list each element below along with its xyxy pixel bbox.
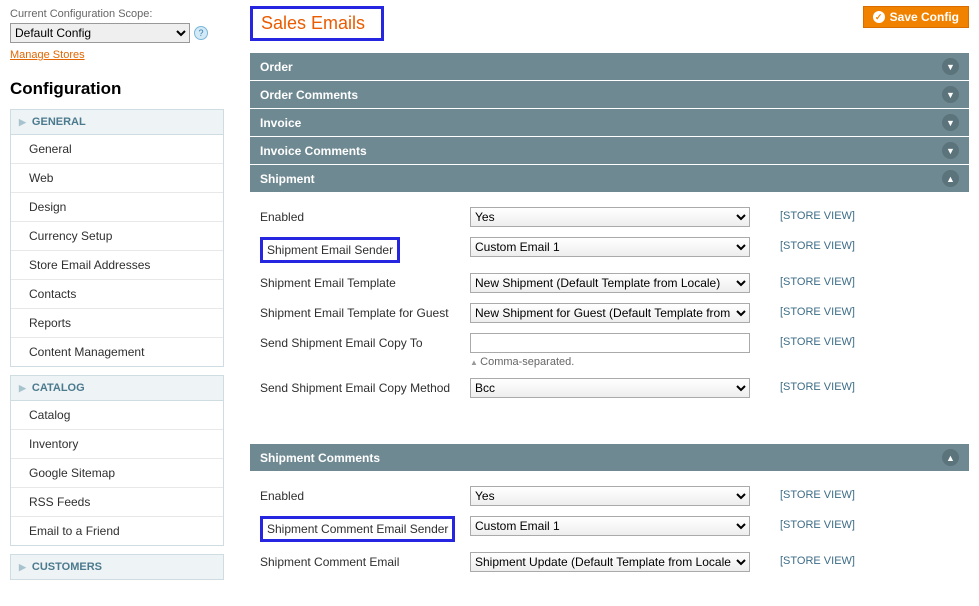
shipment-copymethod-label: Send Shipment Email Copy Method [260, 378, 460, 395]
nav-item-catalog[interactable]: Catalog [11, 401, 223, 430]
scope-link[interactable]: [STORE VIEW] [780, 486, 855, 501]
scope-link[interactable]: [STORE VIEW] [780, 303, 855, 318]
nav-group-catalog: ▶ CATALOG Catalog Inventory Google Sitema… [10, 375, 224, 546]
section-label: Order [260, 60, 293, 74]
shipment-comments-body: Enabled Yes [STORE VIEW] Shipment Commen… [250, 472, 969, 596]
chevron-up-icon: ▲ [942, 449, 959, 466]
shipment-sender-label: Shipment Email Sender [260, 237, 400, 263]
scope-link[interactable]: [STORE VIEW] [780, 273, 855, 288]
nav-item-rss[interactable]: RSS Feeds [11, 488, 223, 517]
shipment-template-guest-select[interactable]: New Shipment for Guest (Default Template… [470, 303, 750, 323]
section-label: Invoice [260, 116, 301, 130]
chevron-down-icon: ▼ [942, 58, 959, 75]
sc-enabled-label: Enabled [260, 486, 460, 503]
save-label: Save Config [890, 10, 959, 24]
nav-header-label: CATALOG [32, 382, 85, 394]
section-invoice-comments[interactable]: Invoice Comments ▼ [250, 137, 969, 165]
chevron-down-icon: ▼ [942, 114, 959, 131]
scope-link[interactable]: [STORE VIEW] [780, 552, 855, 567]
shipment-template-label: Shipment Email Template [260, 273, 460, 290]
sc-template-label: Shipment Comment Email [260, 552, 460, 569]
chevron-right-icon: ▶ [19, 383, 26, 394]
shipment-body: Enabled Yes [STORE VIEW] Shipment Email … [250, 193, 969, 422]
nav-item-store-email[interactable]: Store Email Addresses [11, 251, 223, 280]
scope-link[interactable]: [STORE VIEW] [780, 378, 855, 393]
chevron-down-icon: ▼ [942, 86, 959, 103]
shipment-template-guest-label: Shipment Email Template for Guest [260, 303, 460, 320]
nav-header-label: CUSTOMERS [32, 561, 102, 573]
sc-enabled-select[interactable]: Yes [470, 486, 750, 506]
chevron-right-icon: ▶ [19, 117, 26, 128]
scope-link[interactable]: [STORE VIEW] [780, 237, 855, 252]
nav-item-email-friend[interactable]: Email to a Friend [11, 517, 223, 545]
shipment-copyto-input[interactable] [470, 333, 750, 353]
nav-item-contacts[interactable]: Contacts [11, 280, 223, 309]
section-label: Shipment [260, 172, 315, 186]
scope-label: Current Configuration Scope: [10, 8, 224, 20]
nav-group-customers: ▶ CUSTOMERS [10, 554, 224, 580]
chevron-right-icon: ▶ [19, 562, 26, 573]
nav-item-web[interactable]: Web [11, 164, 223, 193]
check-icon: ✓ [873, 11, 885, 23]
config-title: Configuration [10, 79, 224, 99]
nav-header-catalog[interactable]: ▶ CATALOG [11, 376, 223, 400]
nav-item-google-sitemap[interactable]: Google Sitemap [11, 459, 223, 488]
shipment-copymethod-select[interactable]: Bcc [470, 378, 750, 398]
nav-item-currency[interactable]: Currency Setup [11, 222, 223, 251]
nav-item-content-mgmt[interactable]: Content Management [11, 338, 223, 366]
shipment-sender-select[interactable]: Custom Email 1 [470, 237, 750, 257]
sc-sender-select[interactable]: Custom Email 1 [470, 516, 750, 536]
section-label: Invoice Comments [260, 144, 367, 158]
sc-template-select[interactable]: Shipment Update (Default Template from L… [470, 552, 750, 572]
help-icon[interactable]: ? [194, 26, 208, 40]
shipment-template-select[interactable]: New Shipment (Default Template from Loca… [470, 273, 750, 293]
page-title: Sales Emails [250, 6, 384, 41]
nav-item-inventory[interactable]: Inventory [11, 430, 223, 459]
section-shipment[interactable]: Shipment ▲ [250, 165, 969, 193]
chevron-down-icon: ▼ [942, 142, 959, 159]
nav-item-reports[interactable]: Reports [11, 309, 223, 338]
scope-select[interactable]: Default Config [10, 23, 190, 43]
shipment-copyto-hint: Comma-separated. [470, 356, 760, 368]
shipment-enabled-label: Enabled [260, 207, 460, 224]
scope-link[interactable]: [STORE VIEW] [780, 333, 855, 348]
section-order[interactable]: Order ▼ [250, 53, 969, 81]
nav-header-general[interactable]: ▶ GENERAL [11, 110, 223, 134]
section-invoice[interactable]: Invoice ▼ [250, 109, 969, 137]
shipment-enabled-select[interactable]: Yes [470, 207, 750, 227]
section-label: Shipment Comments [260, 451, 380, 465]
nav-item-design[interactable]: Design [11, 193, 223, 222]
main-content: Sales Emails ✓ Save Config Order ▼ Order … [234, 0, 979, 606]
scope-link[interactable]: [STORE VIEW] [780, 516, 855, 531]
sidebar: Current Configuration Scope: Default Con… [0, 0, 234, 606]
nav-item-general[interactable]: General [11, 135, 223, 164]
section-shipment-comments[interactable]: Shipment Comments ▲ [250, 444, 969, 472]
nav-header-customers[interactable]: ▶ CUSTOMERS [11, 555, 223, 579]
chevron-up-icon: ▲ [942, 170, 959, 187]
section-order-comments[interactable]: Order Comments ▼ [250, 81, 969, 109]
nav-group-general: ▶ GENERAL General Web Design Currency Set… [10, 109, 224, 367]
manage-stores-link[interactable]: Manage Stores [10, 49, 85, 61]
scope-link[interactable]: [STORE VIEW] [780, 207, 855, 222]
sc-sender-label: Shipment Comment Email Sender [260, 516, 455, 542]
nav-header-label: GENERAL [32, 116, 86, 128]
section-label: Order Comments [260, 88, 358, 102]
shipment-copyto-label: Send Shipment Email Copy To [260, 333, 460, 350]
save-config-button[interactable]: ✓ Save Config [863, 6, 969, 28]
